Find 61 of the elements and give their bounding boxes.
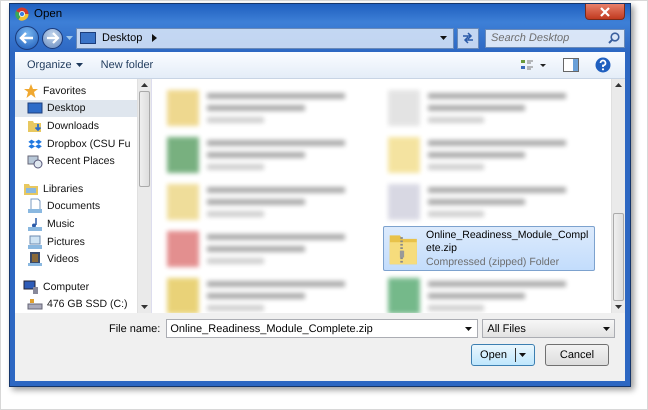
nav-item[interactable]: Videos bbox=[15, 250, 137, 268]
drive-icon bbox=[27, 296, 43, 312]
nav-group-item[interactable]: Libraries bbox=[15, 180, 137, 198]
nav-item[interactable]: Desktop bbox=[15, 100, 137, 118]
film-icon bbox=[27, 251, 43, 268]
open-button[interactable]: Open bbox=[471, 344, 535, 366]
nav-item[interactable]: Pictures bbox=[15, 232, 137, 250]
scrollbar[interactable] bbox=[611, 79, 625, 313]
help-icon bbox=[595, 57, 611, 73]
nav-group-item[interactable]: Computer bbox=[15, 278, 137, 296]
scroll-up-arrow-icon[interactable] bbox=[615, 83, 622, 87]
recent-places-icon bbox=[27, 153, 43, 170]
cancel-button[interactable]: Cancel bbox=[545, 344, 609, 366]
app-icon bbox=[15, 7, 29, 21]
monitor-icon bbox=[27, 100, 43, 116]
caret-icon bbox=[76, 63, 83, 67]
close-button[interactable] bbox=[585, 4, 625, 20]
computer-icon bbox=[23, 278, 39, 295]
back-arrow-icon bbox=[19, 32, 35, 44]
scrollbar-thumb[interactable] bbox=[139, 91, 150, 187]
nav-item[interactable]: 476 GB SSD (C:) bbox=[15, 296, 137, 313]
file-name-field[interactable]: Online_Readiness_Module_Complete.zip bbox=[166, 319, 478, 338]
details-view-icon bbox=[521, 59, 547, 71]
file-type-dropdown[interactable]: All Files bbox=[482, 319, 615, 338]
scroll-up-arrow-icon[interactable] bbox=[141, 83, 148, 87]
file-name-label: File name: bbox=[109, 322, 160, 334]
refresh-arrows-icon bbox=[461, 32, 475, 44]
file-type: Compressed (zipped) Folder bbox=[426, 254, 560, 268]
new-folder-button[interactable]: New folder bbox=[96, 56, 164, 74]
nav-item[interactable]: Downloads bbox=[15, 117, 137, 135]
nav-item[interactable]: Dropbox (CSU Fu bbox=[15, 134, 137, 152]
dropdown-caret-icon bbox=[603, 326, 610, 330]
history-caret-icon[interactable] bbox=[66, 36, 73, 40]
forward-button[interactable] bbox=[42, 28, 63, 48]
star-icon bbox=[23, 82, 39, 99]
breadcrumb-arrow-icon bbox=[152, 34, 158, 42]
preview-pane-icon bbox=[563, 58, 579, 72]
address-bar[interactable]: Desktop bbox=[76, 28, 454, 48]
dropdown-caret-icon bbox=[440, 36, 447, 40]
nav-item[interactable]: Documents bbox=[15, 198, 137, 216]
music-note-icon bbox=[27, 216, 43, 232]
file-item[interactable]: Online_Readiness_Module_Complete.zip Compressed (zipped) Folder bbox=[382, 226, 595, 271]
window-title: Open bbox=[34, 8, 62, 20]
forward-arrow-icon bbox=[46, 32, 60, 44]
nav-item[interactable]: Music bbox=[15, 215, 137, 233]
file-name: Online_Readiness_Module_Complete.zip bbox=[426, 228, 590, 254]
picture-icon bbox=[27, 234, 43, 250]
monitor-icon bbox=[80, 32, 96, 44]
document-icon bbox=[27, 198, 43, 214]
refresh-button[interactable] bbox=[457, 28, 479, 48]
nav-group-item[interactable]: Favorites bbox=[15, 82, 137, 100]
dropdown-caret-icon bbox=[518, 353, 526, 357]
close-icon bbox=[600, 6, 610, 16]
scroll-down-arrow-icon[interactable] bbox=[615, 305, 622, 309]
nav-item[interactable]: Recent Places bbox=[15, 152, 137, 170]
search-field[interactable]: Search Desktop bbox=[485, 28, 625, 48]
scrollbar-thumb[interactable] bbox=[613, 213, 624, 301]
organize-button[interactable]: Organize bbox=[23, 56, 93, 74]
scrollbar[interactable] bbox=[137, 79, 151, 313]
scroll-down-arrow-icon[interactable] bbox=[141, 305, 148, 309]
back-button[interactable] bbox=[15, 26, 39, 50]
